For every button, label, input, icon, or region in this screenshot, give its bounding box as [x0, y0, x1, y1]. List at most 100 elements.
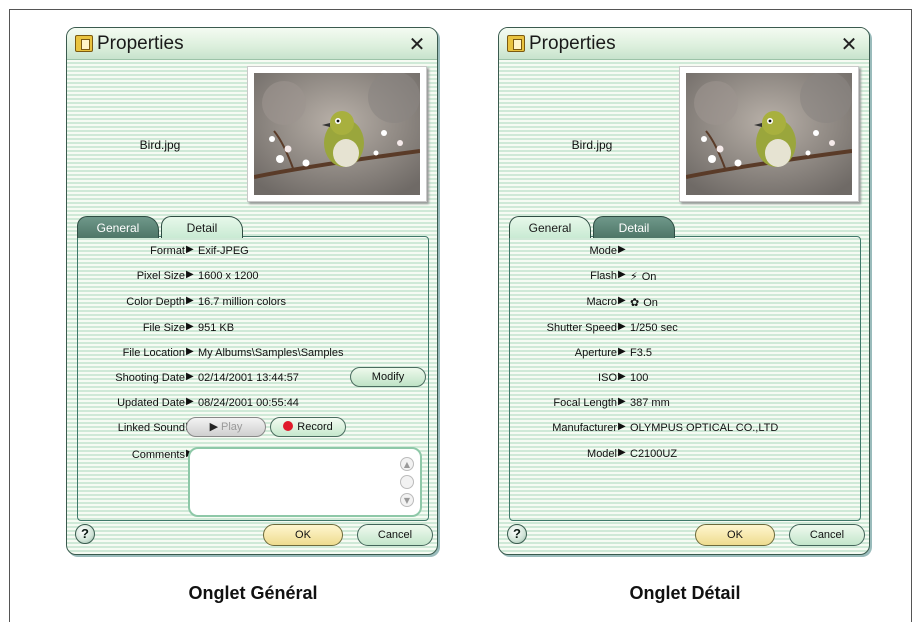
property-label: Updated Date: [117, 397, 185, 409]
property-label: Manufacturer: [552, 422, 617, 434]
tab-general[interactable]: General: [509, 216, 591, 238]
arrow-right-icon: ▶: [618, 346, 626, 357]
file-name: Bird.jpg: [139, 138, 181, 152]
arrow-right-icon: ▶: [186, 244, 194, 255]
help-button[interactable]: ?: [507, 524, 527, 544]
arrow-right-icon: ▶: [618, 447, 626, 458]
cancel-button[interactable]: Cancel: [357, 524, 433, 546]
arrow-right-icon: ▶: [186, 295, 194, 306]
property-row: Mode ▶: [510, 243, 862, 261]
close-icon[interactable]: ✕: [405, 33, 429, 55]
property-row: Format ▶ Exif-JPEG: [78, 243, 430, 261]
property-row: Focal Length ▶ 387 mm: [510, 395, 862, 413]
title-bar[interactable]: Properties ✕: [67, 28, 437, 60]
property-label: File Size: [142, 322, 185, 334]
property-row: File Location ▶ My Albums\Samples\Sample…: [78, 345, 430, 363]
scroll-down-icon[interactable]: ▼: [400, 493, 414, 507]
property-label: ISO: [598, 372, 617, 384]
property-label: Shutter Speed: [546, 322, 617, 334]
ok-button[interactable]: OK: [263, 524, 343, 546]
macro-flower-icon: ✿: [630, 296, 640, 309]
flash-icon: ⚡: [630, 270, 638, 283]
bird-photo-image: [254, 73, 420, 195]
property-label: Aperture: [574, 347, 617, 359]
arrow-right-icon: ▶: [618, 371, 626, 382]
photo-thumbnail: [679, 66, 859, 202]
dialog-title: Properties: [529, 33, 616, 54]
property-label: Flash: [590, 270, 617, 282]
property-label: Model: [587, 448, 617, 460]
property-value: 951 KB: [198, 322, 235, 334]
property-row: Aperture ▶ F3.5: [510, 345, 862, 363]
property-row: ISO ▶ 100: [510, 370, 862, 388]
arrow-right-icon: ▶: [186, 321, 194, 332]
tab-detail[interactable]: Detail: [161, 216, 243, 238]
tab-detail[interactable]: Detail: [593, 216, 675, 238]
caption-detail: Onglet Détail: [629, 583, 741, 603]
property-value: 02/14/2001 13:44:57: [198, 372, 299, 384]
file-name: Bird.jpg: [571, 138, 613, 152]
arrow-right-icon: ▶: [618, 269, 626, 280]
property-label: Shooting Date: [115, 372, 185, 384]
scroll-thumb[interactable]: [400, 475, 414, 489]
property-value: ⚡ On: [630, 270, 657, 283]
arrow-right-icon: ▶: [618, 244, 626, 255]
property-row: Shutter Speed ▶ 1/250 sec: [510, 320, 862, 338]
property-label: File Location: [122, 347, 185, 359]
property-label: Format: [150, 245, 185, 257]
properties-dialog-detail: Properties ✕ Bird.jpg General Detail Mod…: [498, 27, 870, 555]
help-button[interactable]: ?: [75, 524, 95, 544]
property-label: Mode: [589, 245, 617, 257]
properties-icon: [507, 35, 525, 52]
property-value: F3.5: [630, 347, 653, 359]
property-value: ✿ On: [630, 296, 658, 309]
property-label: Color Depth: [126, 296, 185, 308]
properties-icon: [75, 35, 93, 52]
property-value: 1/250 sec: [630, 322, 678, 334]
detail-panel: Mode ▶ Flash ▶ ⚡ On Macro ▶ ✿ On Shutter S…: [509, 236, 861, 521]
property-value: 16.7 million colors: [198, 296, 287, 308]
property-value: My Albums\Samples\Samples: [198, 347, 344, 359]
play-icon: ▶: [209, 420, 219, 433]
property-label: Linked Sound: [117, 422, 185, 434]
modify-button[interactable]: Modify: [350, 367, 426, 387]
bird-photo-image: [686, 73, 852, 195]
arrow-right-icon: ▶: [618, 295, 626, 306]
play-button[interactable]: ▶ Play: [186, 417, 266, 437]
property-label: Pixel Size: [136, 270, 185, 282]
property-label: Macro: [586, 296, 617, 308]
comments-scrollbar[interactable]: ▲ ▼: [400, 457, 414, 511]
general-panel: Format ▶ Exif-JPEG Pixel Size ▶ 1600 x 1…: [77, 236, 429, 521]
property-value: 100: [630, 372, 649, 384]
property-value: C2100UZ: [630, 448, 678, 460]
properties-dialog-general: Properties ✕ Bird.jpg General Detail For…: [66, 27, 438, 555]
close-icon[interactable]: ✕: [837, 33, 861, 55]
property-row: File Size ▶ 951 KB: [78, 320, 430, 338]
arrow-right-icon: ▶: [186, 396, 194, 407]
property-row: Color Depth ▶ 16.7 million colors: [78, 294, 430, 312]
cancel-button[interactable]: Cancel: [789, 524, 865, 546]
property-row: Macro ▶ ✿ On: [510, 294, 862, 312]
ok-button[interactable]: OK: [695, 524, 775, 546]
photo-thumbnail: [247, 66, 427, 202]
comments-input[interactable]: ▲ ▼: [188, 447, 422, 517]
scroll-up-icon[interactable]: ▲: [400, 457, 414, 471]
dialog-title: Properties: [97, 33, 184, 54]
property-value: 387 mm: [630, 397, 670, 409]
record-button[interactable]: Record: [270, 417, 346, 437]
tab-general[interactable]: General: [77, 216, 159, 238]
caption-general: Onglet Général: [188, 583, 318, 603]
property-row: Updated Date ▶ 08/24/2001 00:55:44: [78, 395, 430, 413]
arrow-right-icon: ▶: [186, 269, 194, 280]
property-row: Flash ▶ ⚡ On: [510, 268, 862, 286]
property-row: Manufacturer ▶ OLYMPUS OPTICAL CO.,LTD: [510, 420, 862, 438]
arrow-right-icon: ▶: [618, 396, 626, 407]
property-value: Exif-JPEG: [198, 245, 249, 257]
title-bar[interactable]: Properties ✕: [499, 28, 869, 60]
record-icon: [283, 421, 294, 431]
arrow-right-icon: ▶: [186, 371, 194, 382]
arrow-right-icon: ▶: [618, 421, 626, 432]
property-value: OLYMPUS OPTICAL CO.,LTD: [630, 422, 779, 434]
property-value: 1600 x 1200: [198, 270, 259, 282]
property-value: 08/24/2001 00:55:44: [198, 397, 299, 409]
